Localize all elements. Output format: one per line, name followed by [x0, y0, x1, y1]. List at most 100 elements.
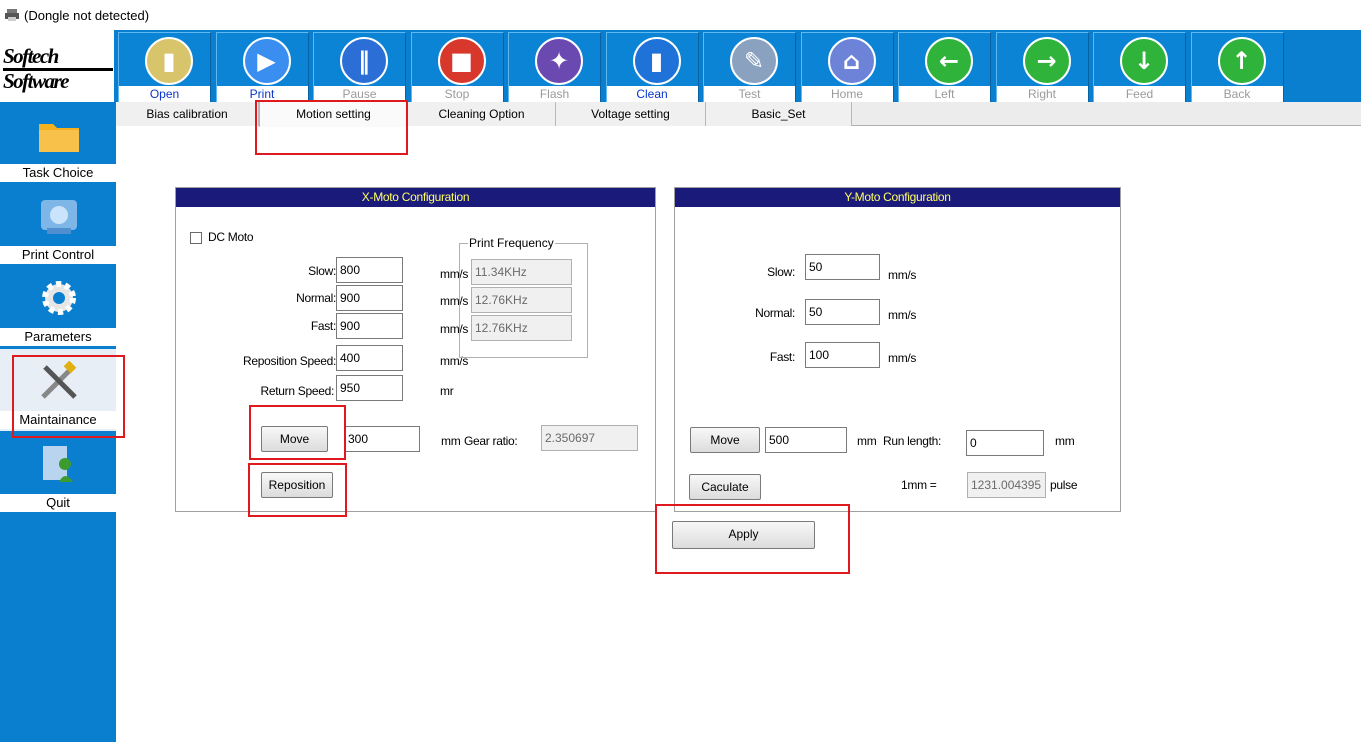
toolbar-button-flash[interactable]: ✦ Flash — [508, 32, 601, 103]
toolbar-button-label: Open — [119, 86, 210, 103]
sidebar-item-task-choice[interactable]: Task Choice — [0, 102, 116, 184]
toolbar-button-label: Flash — [509, 86, 600, 103]
highlight-maintainance — [12, 355, 125, 438]
arrow-left-icon: ← — [925, 37, 973, 85]
print-frequency-fast — [471, 315, 572, 341]
tab-basic-set[interactable]: Basic_Set — [706, 102, 852, 126]
toolbar-button-right[interactable]: → Right — [995, 32, 1089, 103]
x-return-speed-label: Return Speed: — [260, 384, 335, 398]
y-normal-label: Normal: — [755, 306, 795, 320]
toolbar-button-label: Stop — [411, 86, 503, 103]
y-fast-input[interactable] — [805, 342, 880, 368]
caculate-button[interactable]: Caculate — [689, 474, 761, 500]
clean-bottle-icon: ▮ — [632, 37, 681, 85]
sidebar-item-label: Quit — [0, 494, 116, 512]
y-slow-input[interactable] — [805, 254, 880, 280]
arrow-right-icon: → — [1022, 37, 1071, 85]
arrow-down-icon: ↓ — [1120, 37, 1168, 85]
y-moto-group: Y-Moto Configuration Slow: mm/s Normal: … — [674, 187, 1121, 512]
folder-icon — [37, 112, 81, 156]
toolbar-button-test[interactable]: ✎ Test — [703, 32, 796, 103]
gear-ratio-label: Gear ratio: — [464, 434, 518, 448]
y-move-button[interactable]: Move — [690, 427, 760, 453]
highlight-motion-tab — [255, 100, 408, 155]
x-fast-input[interactable] — [336, 313, 403, 339]
x-move-input[interactable] — [344, 426, 420, 452]
print-frequency-normal — [471, 287, 572, 313]
logo: Softech Software — [0, 30, 116, 102]
stop-icon: ■ — [437, 37, 486, 85]
x-normal-input[interactable] — [336, 285, 403, 311]
quit-icon — [37, 442, 81, 486]
test-document-icon: ✎ — [730, 37, 778, 85]
toolbar-button-home[interactable]: ⌂ Home — [800, 32, 894, 103]
title-bar: (Dongle not detected) — [0, 0, 1361, 30]
toolbar-button-label: Feed — [1094, 86, 1185, 103]
x-moto-title: X-Moto Configuration — [176, 188, 655, 207]
sidebar-item-parameters[interactable]: Parameters — [0, 266, 116, 348]
one-mm-input — [967, 472, 1046, 498]
x-move-unit: mm — [441, 434, 461, 448]
run-length-label: Run length: — [883, 434, 942, 448]
logo-underline — [3, 68, 113, 71]
sidebar-item-label: Print Control — [0, 246, 116, 264]
one-mm-unit: pulse — [1050, 478, 1078, 492]
toolbar-button-label: Home — [801, 86, 893, 103]
x-fast-label: Fast: — [310, 319, 336, 333]
window-title: (Dongle not detected) — [24, 8, 150, 23]
dc-moto-checkbox[interactable] — [190, 232, 202, 244]
y-fast-unit: mm/s — [888, 351, 917, 365]
y-move-input[interactable] — [765, 427, 847, 453]
tab-voltage-setting[interactable]: Voltage setting — [556, 102, 706, 126]
y-fast-label: Fast: — [769, 350, 795, 364]
toolbar-button-stop[interactable]: ■ Stop — [410, 32, 504, 103]
pause-icon: ‖ — [340, 37, 388, 85]
toolbar-button-feed[interactable]: ↓ Feed — [1093, 32, 1186, 103]
toolbar-button-pause[interactable]: ‖ Pause — [313, 32, 406, 103]
tab-cleaning-option[interactable]: Cleaning Option — [408, 102, 556, 126]
gear-ratio-input — [541, 425, 638, 451]
toolbar-button-left[interactable]: ← Left — [898, 32, 991, 103]
print-frequency-slow — [471, 259, 572, 285]
highlight-reposition — [248, 463, 347, 517]
printer-icon — [5, 9, 19, 21]
x-normal-label: Normal: — [296, 291, 336, 305]
toolbar-button-clean[interactable]: ▮ Clean — [605, 32, 699, 103]
arrow-up-icon: ↑ — [1217, 37, 1266, 85]
toolbar-button-label: Clean — [606, 86, 698, 103]
y-normal-unit: mm/s — [888, 308, 917, 322]
toolbar: Softech Software ▮ Open ▶ Print ‖ Pause ■ Stop ✦… — [0, 30, 1361, 103]
x-return-speed-input[interactable] — [336, 375, 403, 401]
print-frequency-legend: Print Frequency — [468, 236, 555, 250]
print-frequency-group: Print Frequency — [459, 236, 588, 358]
sidebar-item-label: Task Choice — [0, 164, 116, 182]
one-mm-label: 1mm = — [901, 478, 937, 492]
home-icon: ⌂ — [827, 37, 876, 85]
gear-icon — [37, 276, 81, 320]
open-folder-icon: ▮ — [145, 37, 193, 85]
tab-bias-calibration[interactable]: Bias calibration — [116, 102, 259, 126]
y-normal-input[interactable] — [805, 299, 880, 325]
toolbar-button-back[interactable]: ↑ Back — [1190, 32, 1284, 103]
x-slow-input[interactable] — [336, 257, 403, 283]
y-slow-label: Slow: — [767, 265, 795, 279]
highlight-apply — [655, 504, 850, 574]
toolbar-button-label: Test — [704, 86, 795, 103]
toolbar-button-print[interactable]: ▶ Print — [215, 32, 309, 103]
play-icon: ▶ — [242, 37, 291, 85]
y-moto-title: Y-Moto Configuration — [675, 188, 1120, 207]
run-length-unit: mm — [1055, 434, 1075, 448]
highlight-move — [249, 405, 346, 460]
toolbar-button-label: Right — [996, 86, 1088, 103]
dc-moto-label: DC Moto — [208, 230, 254, 244]
y-move-unit: mm — [857, 434, 877, 448]
sidebar-item-quit[interactable]: Quit — [0, 432, 116, 514]
x-reposition-speed-input[interactable] — [336, 345, 403, 371]
toolbar-button-label: Left — [899, 86, 990, 103]
run-length-input[interactable] — [966, 430, 1044, 456]
sidebar-item-label: Parameters — [0, 328, 116, 346]
toolbar-button-open[interactable]: ▮ Open — [118, 32, 211, 103]
sidebar-item-print-control[interactable]: Print Control — [0, 184, 116, 266]
x-slow-label: Slow: — [308, 264, 336, 278]
flash-icon: ✦ — [535, 37, 583, 85]
